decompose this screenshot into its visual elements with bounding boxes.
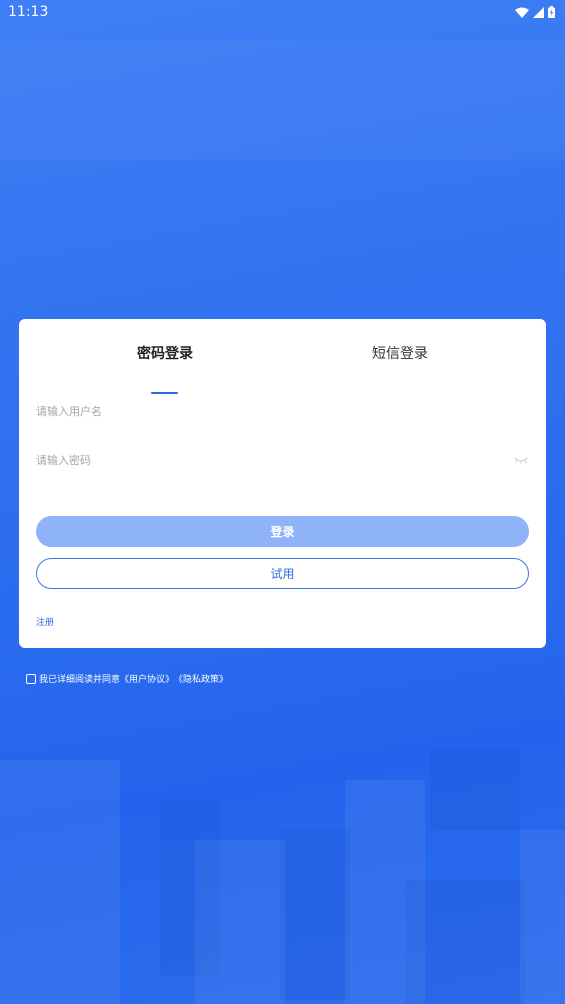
user-agreement-link[interactable]: 《用户协议》	[120, 672, 174, 685]
tab-sms-login[interactable]: 短信登录	[330, 343, 470, 363]
status-bar: 11:13	[0, 0, 565, 24]
active-tab-indicator	[151, 392, 178, 394]
agreement-checkbox[interactable]	[26, 673, 36, 684]
login-tabs: 密码登录 短信登录	[19, 343, 546, 394]
battery-icon	[548, 6, 555, 18]
login-card: 密码登录 短信登录 登录 试用 注册	[19, 319, 546, 648]
privacy-policy-link[interactable]: 《隐私政策》	[174, 672, 228, 685]
username-input[interactable]	[36, 397, 529, 425]
trial-button[interactable]: 试用	[36, 558, 529, 589]
register-link[interactable]: 注册	[36, 615, 54, 628]
cellular-signal-icon	[533, 6, 544, 18]
agreement-prefix: 我已详细阅读并同意	[39, 675, 121, 685]
tab-password-login[interactable]: 密码登录	[95, 343, 235, 363]
wifi-icon	[515, 7, 529, 18]
login-button[interactable]: 登录	[36, 516, 529, 547]
eye-closed-icon[interactable]	[514, 455, 528, 465]
status-time: 11:13	[8, 4, 49, 20]
status-icons	[515, 6, 555, 18]
agreement-row: 我已详细阅读并同意 《用户协议》 《隐私政策》	[26, 672, 228, 685]
password-input[interactable]	[36, 446, 529, 474]
